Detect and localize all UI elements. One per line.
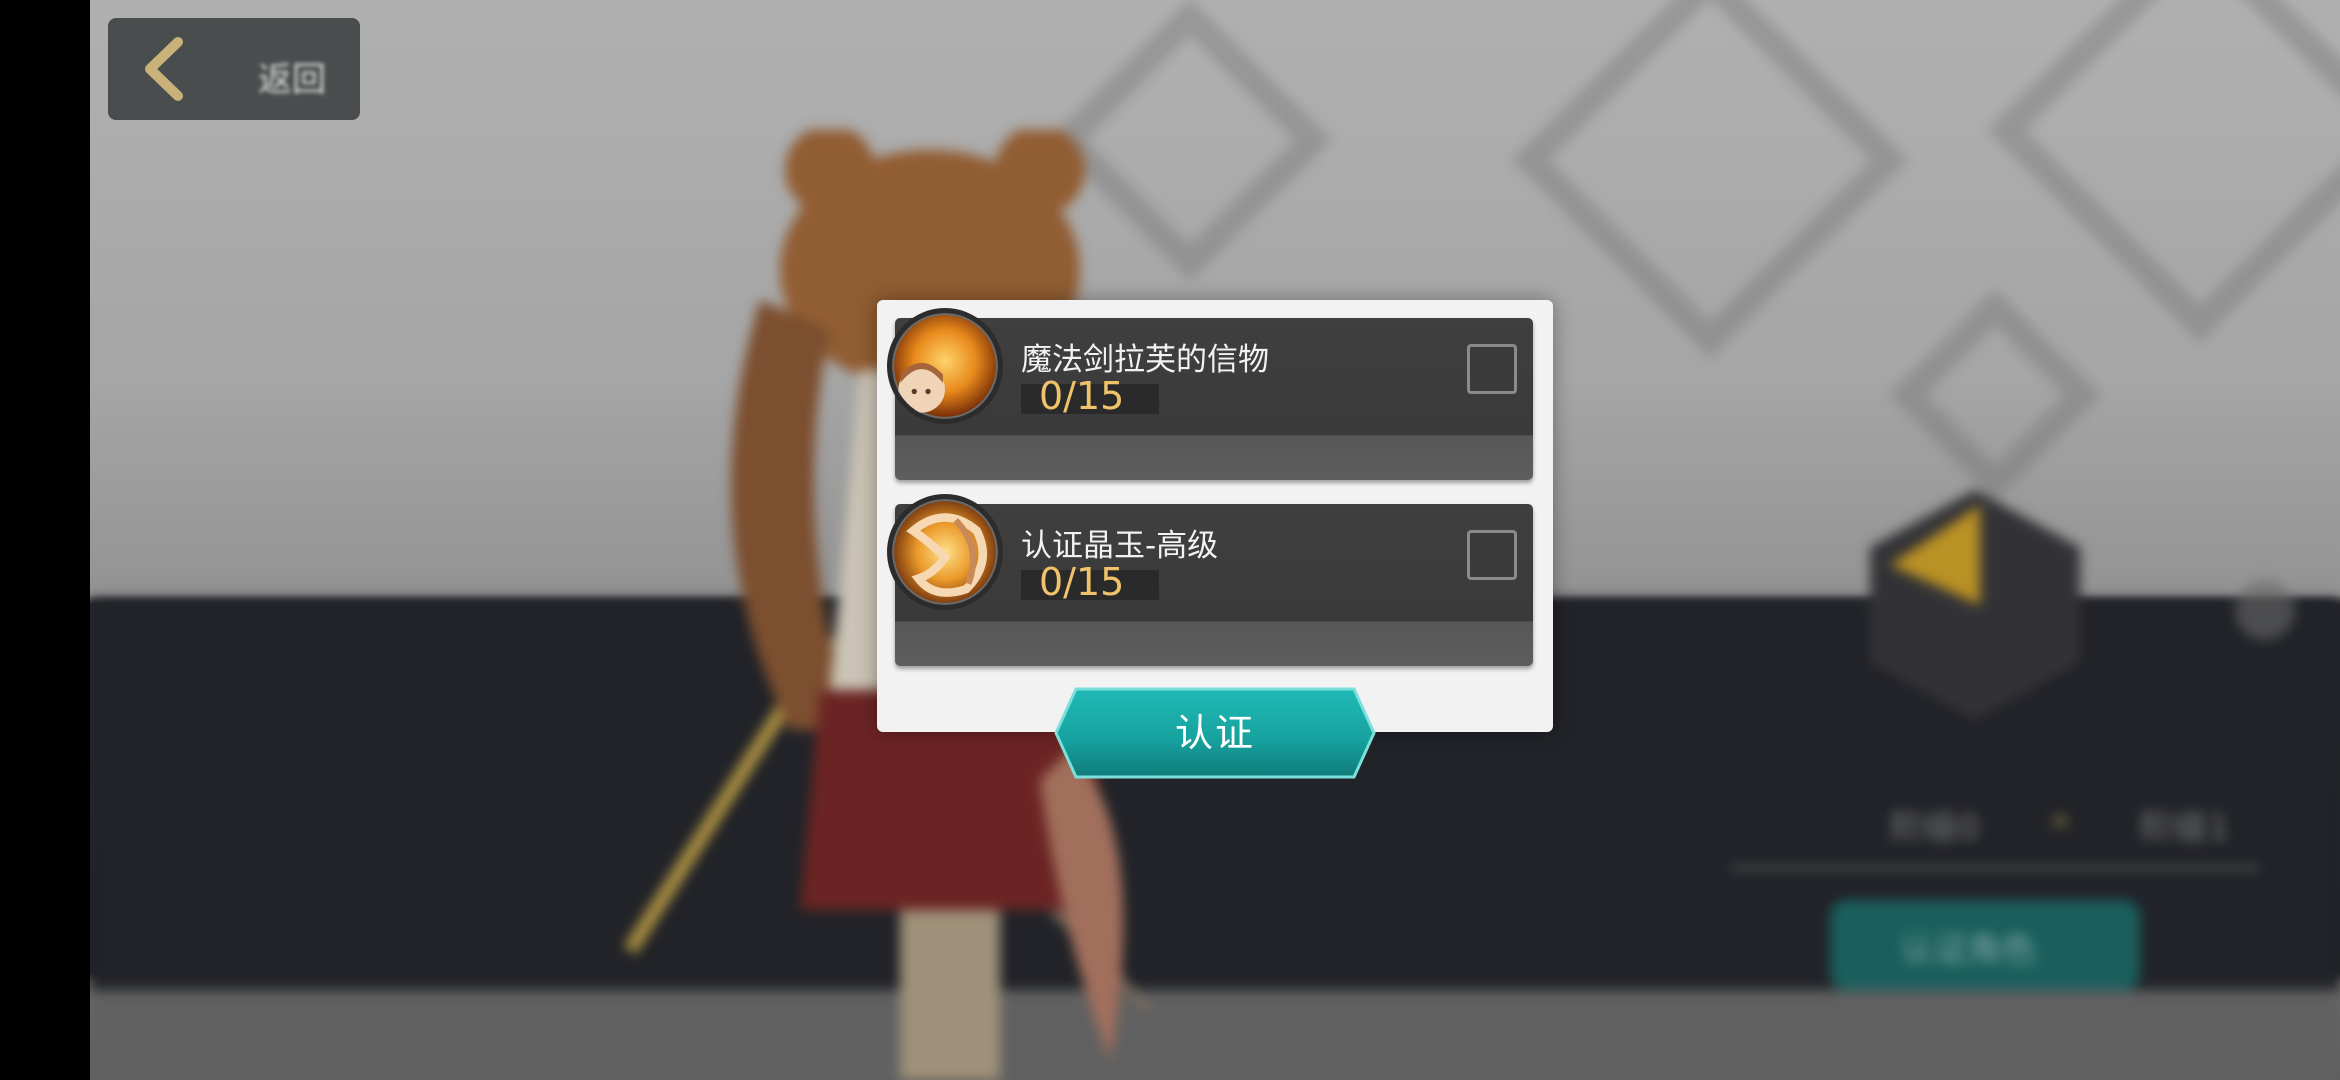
- certification-dialog: 魔法剑拉芙的信物 0/15 认证晶玉-高级 0/15: [877, 300, 1553, 732]
- item-count-box: 0/15: [1021, 560, 1159, 604]
- item-name: 魔法剑拉芙的信物: [1021, 342, 1269, 378]
- character-token-icon-art: [894, 315, 996, 417]
- item-count: 0/15: [1039, 374, 1125, 418]
- item-name: 认证晶玉-高级: [1021, 528, 1219, 564]
- back-button[interactable]: 返回: [108, 18, 360, 120]
- advanced-crystal-icon-art: [894, 501, 996, 603]
- item-count: 0/15: [1039, 560, 1125, 604]
- item-checkbox[interactable]: [1467, 530, 1517, 580]
- advanced-crystal-icon: [887, 494, 1003, 610]
- material-item-card: 魔法剑拉芙的信物 0/15: [887, 308, 1533, 480]
- screen: 阶级0 » 阶级1 认证角色 返回 魔法剑拉芙的信物 0/15 认证晶玉-高级 …: [0, 0, 2340, 1080]
- item-checkbox[interactable]: [1467, 344, 1517, 394]
- back-label: 返回: [258, 60, 326, 100]
- certify-button[interactable]: 认证: [1054, 687, 1376, 779]
- chevron-left-icon: [145, 37, 183, 101]
- material-item-card: 认证晶玉-高级 0/15: [887, 494, 1533, 666]
- certify-button-label: 认证: [1174, 711, 1255, 755]
- character-token-icon: [887, 308, 1003, 424]
- item-count-box: 0/15: [1021, 374, 1159, 418]
